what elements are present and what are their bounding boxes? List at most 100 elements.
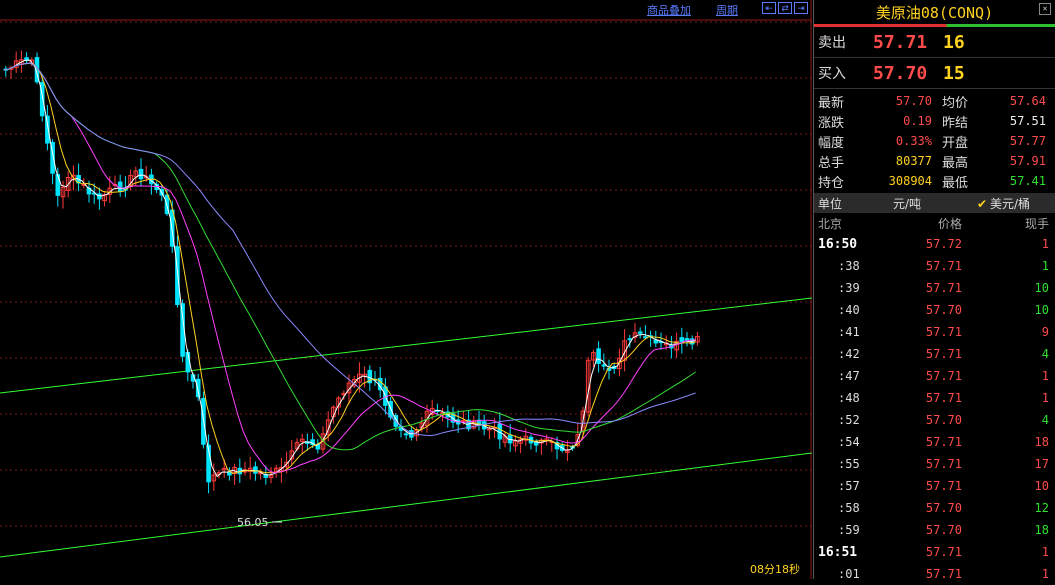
quote-table: 最新 57.70 均价 57.64 涨跌 0.19 昨结 57.51 幅度 0.33% 开盘 57.7…	[814, 89, 1055, 191]
tick-price: 57.71	[925, 479, 962, 493]
ma40-line	[3, 62, 696, 451]
quote-value: 57.41	[1009, 174, 1046, 188]
quote-label: 幅度	[818, 135, 845, 151]
quote-value: 57.91	[1009, 154, 1046, 168]
candle-body	[138, 168, 144, 180]
tick-row: :55 57.71 17	[814, 453, 1055, 475]
candle-body	[637, 331, 643, 334]
tick-row: :01 57.71 1	[814, 563, 1055, 585]
chart-canvas[interactable]: 56.05 08分18秒	[0, 0, 812, 579]
tick-price: 57.71	[925, 347, 962, 361]
quote-value: 57.51	[1009, 114, 1046, 128]
tick-header-price: 价格	[937, 216, 962, 231]
overlay-link-label[interactable]: 商品叠加	[647, 4, 691, 17]
tick-time: :48	[838, 391, 860, 405]
candlestick-chart[interactable]: 56.05 08分18秒 商品叠加 周期 ⇤ ⇄ ⇥	[0, 0, 812, 579]
period-link[interactable]: 周期	[716, 2, 738, 17]
quote-value: 308904	[888, 174, 932, 188]
quote-label: 最高	[942, 155, 969, 171]
tick-row: :54 57.71 18	[814, 431, 1055, 453]
tick-volume: 12	[1034, 501, 1049, 515]
panel-title-row: 美原油08(CONQ) ×	[814, 0, 1055, 24]
tick-price: 57.70	[925, 303, 962, 317]
tick-volume: 18	[1034, 523, 1049, 537]
candle-body	[97, 193, 102, 200]
scroll-icon[interactable]: ⇄	[778, 2, 792, 14]
candle-body	[596, 348, 601, 364]
ask-volume: 16	[943, 31, 965, 53]
period-link-label[interactable]: 周期	[716, 4, 738, 17]
tick-volume: 1	[1041, 391, 1049, 405]
tick-row: :42 57.71 4	[814, 343, 1055, 365]
quote-row: 涨跌 0.19 昨结 57.51	[814, 111, 1055, 131]
unit-label: 单位	[818, 196, 843, 211]
unit-option-usd[interactable]: ✔ 美元/桶	[952, 195, 1055, 212]
tick-header-volume: 现手	[1024, 216, 1049, 231]
tick-price: 57.71	[925, 435, 962, 449]
tick-time: :39	[838, 281, 860, 295]
tick-row: :38 57.71 1	[814, 255, 1055, 277]
tick-row: :47 57.71 1	[814, 365, 1055, 387]
unit-option-cny[interactable]: 元/吨	[862, 195, 952, 212]
quote-value: 57.70	[895, 94, 932, 108]
candle-body	[679, 337, 685, 343]
ask-price: 57.71	[873, 31, 928, 53]
quote-value: 57.64	[1009, 94, 1046, 108]
tick-volume: 1	[1041, 545, 1049, 559]
candle-body	[403, 433, 409, 436]
tick-row: :57 57.71 10	[814, 475, 1055, 497]
tick-volume: 9	[1041, 325, 1049, 339]
quote-label: 总手	[818, 155, 845, 171]
tick-time: :42	[838, 347, 860, 361]
tick-volume: 4	[1041, 413, 1049, 427]
tick-price: 57.71	[925, 457, 962, 471]
tick-price: 57.70	[925, 501, 962, 515]
candle-body	[684, 338, 690, 341]
bid-volume: 15	[943, 62, 965, 84]
tick-row: :59 57.70 18	[814, 519, 1055, 541]
tick-price: 57.70	[925, 523, 962, 537]
tick-time: 16:51	[818, 544, 858, 560]
quote-label: 最新	[818, 95, 845, 111]
quote-row: 幅度 0.33% 开盘 57.77	[814, 131, 1055, 151]
tick-row: :39 57.71 10	[814, 277, 1055, 299]
tick-price: 57.71	[925, 281, 962, 295]
tick-row: :41 57.71 9	[814, 321, 1055, 343]
elapsed-time: 08分18秒	[750, 562, 800, 576]
ma20-line	[3, 62, 696, 474]
candle-body	[601, 364, 607, 367]
tick-time: :41	[838, 325, 860, 339]
tick-volume: 4	[1041, 347, 1049, 361]
zoom-out-icon[interactable]: ⇤	[762, 2, 776, 14]
candle-body	[653, 339, 659, 344]
tick-volume: 1	[1041, 259, 1049, 273]
tick-volume: 10	[1034, 303, 1049, 317]
tick-list[interactable]: 16:50 57.72 1:38 57.71 1:39 57.71 10:40 57.70 10…	[814, 233, 1055, 585]
tick-time: :52	[838, 413, 860, 427]
tick-header: 北京 价格 现手	[814, 213, 1055, 233]
tick-row: :52 57.70 4	[814, 409, 1055, 431]
candle-body	[263, 474, 269, 478]
tick-volume: 17	[1034, 457, 1049, 471]
unit-option-usd-label: 美元/桶	[990, 196, 1031, 211]
close-icon[interactable]: ×	[1039, 3, 1051, 15]
ma10-line	[3, 62, 696, 474]
quote-label: 持仓	[818, 175, 845, 191]
quote-label: 涨跌	[818, 115, 845, 131]
tick-time: :58	[838, 501, 860, 515]
candle-body	[487, 428, 492, 431]
tick-time: :55	[838, 457, 860, 471]
overlay-link[interactable]: 商品叠加	[647, 2, 691, 17]
tick-row: :40 57.70 10	[814, 299, 1055, 321]
tick-time: :57	[838, 479, 860, 493]
tick-price: 57.70	[925, 413, 962, 427]
tick-volume: 10	[1034, 281, 1049, 295]
zoom-in-icon[interactable]: ⇥	[794, 2, 808, 14]
tick-time: :59	[838, 523, 860, 537]
quote-row: 最新 57.70 均价 57.64	[814, 91, 1055, 111]
tick-time: :38	[838, 259, 860, 273]
tick-volume: 1	[1041, 369, 1049, 383]
tick-price: 57.72	[925, 237, 962, 251]
ma60-line	[3, 62, 696, 437]
nav-buttons: ⇤ ⇄ ⇥	[762, 2, 808, 14]
